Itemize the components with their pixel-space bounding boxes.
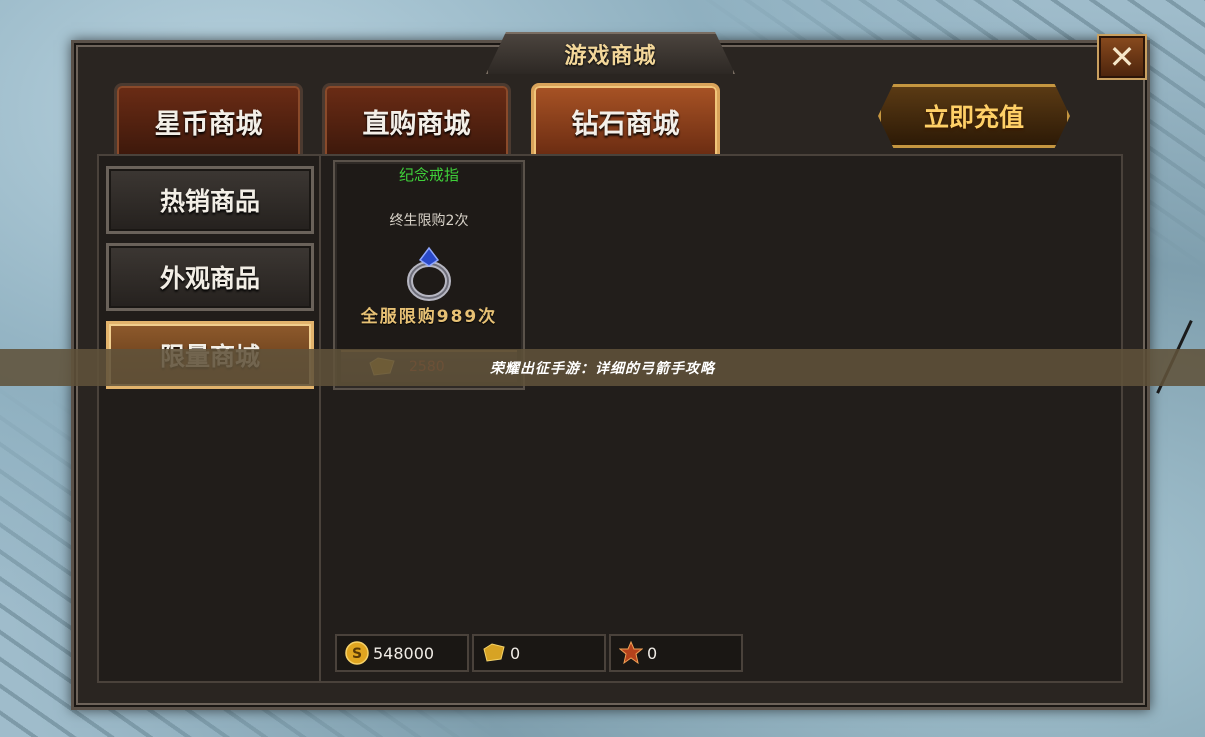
window-title: 游戏商城	[564, 44, 657, 69]
tab-diamond-shop[interactable]: 钻石商城	[531, 83, 720, 156]
sidebar-item-label: 热销商品	[159, 187, 260, 216]
close-button[interactable]: ✕	[1097, 34, 1147, 80]
recharge-label: 立即充值	[923, 103, 1024, 132]
currency-coin: S 548000	[335, 634, 469, 672]
badge-icon	[619, 641, 643, 665]
sidebar-item-label: 外观商品	[159, 264, 260, 293]
overlay-text: 荣耀出征手游：详细的弓箭手攻略	[490, 360, 715, 377]
ring-icon	[407, 246, 451, 301]
item-personal-limit: 终生限购2次	[389, 213, 469, 229]
currency-diamond: 0	[472, 634, 606, 672]
currency-badge-value: 0	[647, 643, 658, 663]
sidebar-item-appearance[interactable]: 外观商品	[106, 243, 314, 311]
tab-label: 星币商城	[154, 108, 263, 140]
item-name: 纪念戒指	[398, 166, 459, 184]
tab-label: 钻石商城	[571, 108, 680, 140]
svg-text:S: S	[352, 646, 362, 662]
sidebar-item-hot-sale[interactable]: 热销商品	[106, 166, 314, 234]
overlay-banner: 荣耀出征手游：详细的弓箭手攻略	[0, 349, 1205, 386]
tab-star-coin-shop[interactable]: 星币商城	[114, 83, 303, 156]
tab-label: 直购商城	[362, 108, 471, 140]
coin-icon: S	[345, 641, 369, 665]
currency-coin-value: 548000	[373, 643, 435, 663]
item-server-limit: 全服限购989次	[360, 307, 498, 327]
recharge-button[interactable]: 立即充值	[878, 84, 1070, 148]
window-title-plate: 游戏商城	[486, 32, 735, 74]
tab-direct-purchase-shop[interactable]: 直购商城	[322, 83, 511, 156]
diamond-icon	[483, 643, 505, 662]
close-icon: ✕	[1108, 38, 1136, 76]
currency-badge: 0	[609, 634, 743, 672]
currency-diamond-value: 0	[510, 643, 521, 663]
